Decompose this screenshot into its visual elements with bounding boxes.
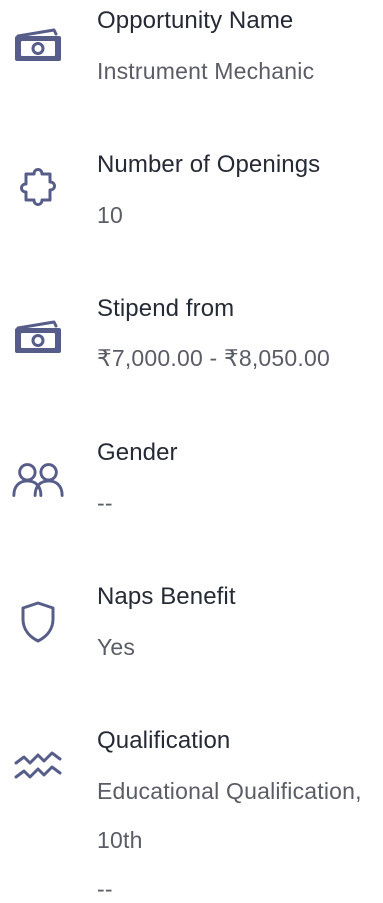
detail-row-qualification: Qualification Educational Qualification,… — [0, 720, 383, 902]
stipend-label: Stipend from — [97, 295, 235, 322]
qualification-value-line: -- — [97, 876, 113, 902]
users-icon — [10, 452, 66, 508]
gender-value: -- — [97, 490, 113, 516]
naps-benefit-value: Yes — [97, 634, 136, 660]
money-icon — [10, 18, 66, 74]
qualification-label: Qualification — [97, 727, 231, 754]
detail-row-number-of-openings: Number of Openings 10 — [0, 144, 383, 254]
opportunity-name-label: Opportunity Name — [97, 7, 294, 34]
money-icon — [10, 310, 66, 366]
number-of-openings-value: 10 — [97, 202, 123, 228]
gender-label: Gender — [97, 439, 178, 466]
detail-row-opportunity-name: Opportunity Name Instrument Mechanic — [0, 0, 383, 110]
number-of-openings-label: Number of Openings — [97, 151, 321, 178]
puzzle-icon — [10, 160, 66, 216]
naps-benefit-label: Naps Benefit — [97, 583, 236, 610]
opportunity-name-value: Instrument Mechanic — [97, 58, 315, 84]
squiggle-icon — [10, 740, 66, 796]
qualification-value-line: 10th — [97, 827, 143, 853]
qualification-value: Educational Qualification, — [97, 778, 362, 804]
detail-row-stipend: Stipend from ₹7,000.00 - ₹8,050.00 — [0, 288, 383, 398]
shield-icon — [10, 594, 66, 650]
detail-row-gender: Gender -- — [0, 432, 383, 542]
detail-row-naps-benefit: Naps Benefit Yes — [0, 576, 383, 686]
stipend-value: ₹7,000.00 - ₹8,050.00 — [97, 345, 330, 371]
